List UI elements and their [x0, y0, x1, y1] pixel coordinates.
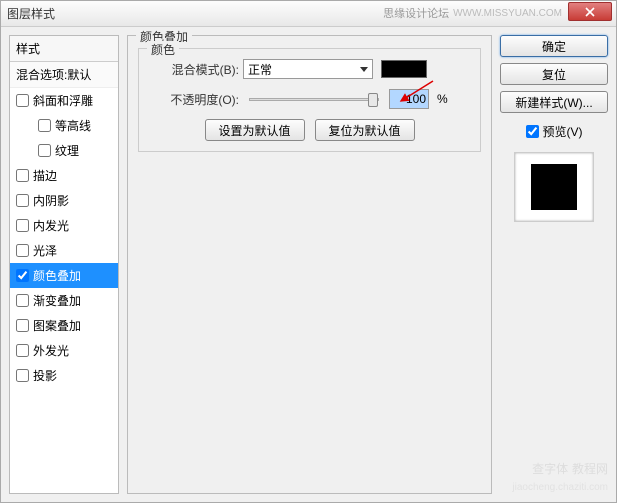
chevron-down-icon: [360, 67, 368, 72]
effect-contour-checkbox[interactable]: [38, 119, 51, 132]
window-title: 图层样式: [5, 1, 55, 27]
titlebar: 图层样式 思缘设计论坛 WWW.MISSYUAN.COM: [1, 1, 616, 27]
effect-bevel-emboss-checkbox[interactable]: [16, 94, 29, 107]
effect-pattern-overlay[interactable]: 图案叠加: [10, 313, 118, 338]
effect-drop-shadow[interactable]: 投影: [10, 363, 118, 388]
color-swatch[interactable]: [381, 60, 427, 78]
ok-button[interactable]: 确定: [500, 35, 608, 57]
effect-inner-shadow[interactable]: 内阴影: [10, 188, 118, 213]
blend-mode-label: 混合模式(B):: [149, 61, 239, 78]
action-panel: 确定 复位 新建样式(W)... 预览(V): [500, 35, 608, 494]
preview-box: [514, 152, 594, 222]
effect-texture[interactable]: 纹理: [10, 138, 118, 163]
effect-label: 内发光: [33, 217, 69, 234]
effect-drop-shadow-checkbox[interactable]: [16, 369, 29, 382]
effect-label: 光泽: [33, 242, 57, 259]
effect-gradient-overlay-checkbox[interactable]: [16, 294, 29, 307]
effect-color-overlay[interactable]: 颜色叠加: [10, 263, 118, 288]
styles-panel: 样式 混合选项:默认 斜面和浮雕 等高线 纹理 描边: [9, 35, 119, 494]
opacity-row: 不透明度(O): %: [149, 89, 470, 109]
effect-label: 斜面和浮雕: [33, 92, 93, 109]
preview-label: 预览(V): [543, 123, 583, 140]
new-style-button[interactable]: 新建样式(W)...: [500, 91, 608, 113]
slider-thumb[interactable]: [368, 93, 378, 107]
effect-label: 投影: [33, 367, 57, 384]
color-overlay-section: 颜色叠加 颜色 混合模式(B): 正常 不透明度(O):: [127, 35, 492, 494]
blend-mode-row: 混合模式(B): 正常: [149, 59, 470, 79]
opacity-input[interactable]: [389, 89, 429, 109]
preview-swatch: [531, 164, 577, 210]
effect-label: 描边: [33, 167, 57, 184]
styles-header[interactable]: 样式: [10, 36, 118, 62]
effect-label: 图案叠加: [33, 317, 81, 334]
effect-color-overlay-checkbox[interactable]: [16, 269, 29, 282]
preview-toggle[interactable]: 预览(V): [500, 123, 608, 140]
opacity-label: 不透明度(O):: [149, 91, 239, 108]
effect-inner-shadow-checkbox[interactable]: [16, 194, 29, 207]
layer-style-dialog: 图层样式 思缘设计论坛 WWW.MISSYUAN.COM 样式 混合选项:默认 …: [0, 0, 617, 503]
effect-bevel-emboss[interactable]: 斜面和浮雕: [10, 88, 118, 113]
options-panel: 颜色叠加 颜色 混合模式(B): 正常 不透明度(O):: [127, 35, 492, 494]
opacity-slider[interactable]: [249, 98, 379, 101]
effect-label: 纹理: [55, 142, 79, 159]
effect-outer-glow-checkbox[interactable]: [16, 344, 29, 357]
effect-stroke-checkbox[interactable]: [16, 169, 29, 182]
preview-checkbox[interactable]: [526, 125, 539, 138]
blending-options-default[interactable]: 混合选项:默认: [10, 62, 118, 88]
make-default-button[interactable]: 设置为默认值: [205, 119, 305, 141]
forum-url: WWW.MISSYUAN.COM: [453, 1, 562, 27]
effect-outer-glow[interactable]: 外发光: [10, 338, 118, 363]
blend-mode-dropdown[interactable]: 正常: [243, 59, 373, 79]
defaults-row: 设置为默认值 复位为默认值: [149, 119, 470, 141]
effect-pattern-overlay-checkbox[interactable]: [16, 319, 29, 332]
effect-stroke[interactable]: 描边: [10, 163, 118, 188]
close-button[interactable]: [568, 2, 612, 21]
effect-label: 颜色叠加: [33, 267, 81, 284]
effect-label: 渐变叠加: [33, 292, 81, 309]
dialog-content: 样式 混合选项:默认 斜面和浮雕 等高线 纹理 描边: [1, 27, 616, 502]
opacity-unit: %: [437, 92, 448, 106]
effect-texture-checkbox[interactable]: [38, 144, 51, 157]
effect-satin[interactable]: 光泽: [10, 238, 118, 263]
forum-credit: 思缘设计论坛: [383, 1, 449, 27]
effect-satin-checkbox[interactable]: [16, 244, 29, 257]
effect-contour[interactable]: 等高线: [10, 113, 118, 138]
effect-label: 内阴影: [33, 192, 69, 209]
blend-mode-value: 正常: [248, 61, 272, 78]
color-group: 颜色 混合模式(B): 正常 不透明度(O):: [138, 48, 481, 152]
cancel-button[interactable]: 复位: [500, 63, 608, 85]
reset-default-button[interactable]: 复位为默认值: [315, 119, 415, 141]
effect-inner-glow[interactable]: 内发光: [10, 213, 118, 238]
effect-gradient-overlay[interactable]: 渐变叠加: [10, 288, 118, 313]
effect-label: 外发光: [33, 342, 69, 359]
effect-label: 等高线: [55, 117, 91, 134]
group-title: 颜色: [147, 41, 179, 58]
effect-inner-glow-checkbox[interactable]: [16, 219, 29, 232]
effects-list: 斜面和浮雕 等高线 纹理 描边 内阴影: [10, 88, 118, 388]
close-icon: [585, 7, 595, 17]
